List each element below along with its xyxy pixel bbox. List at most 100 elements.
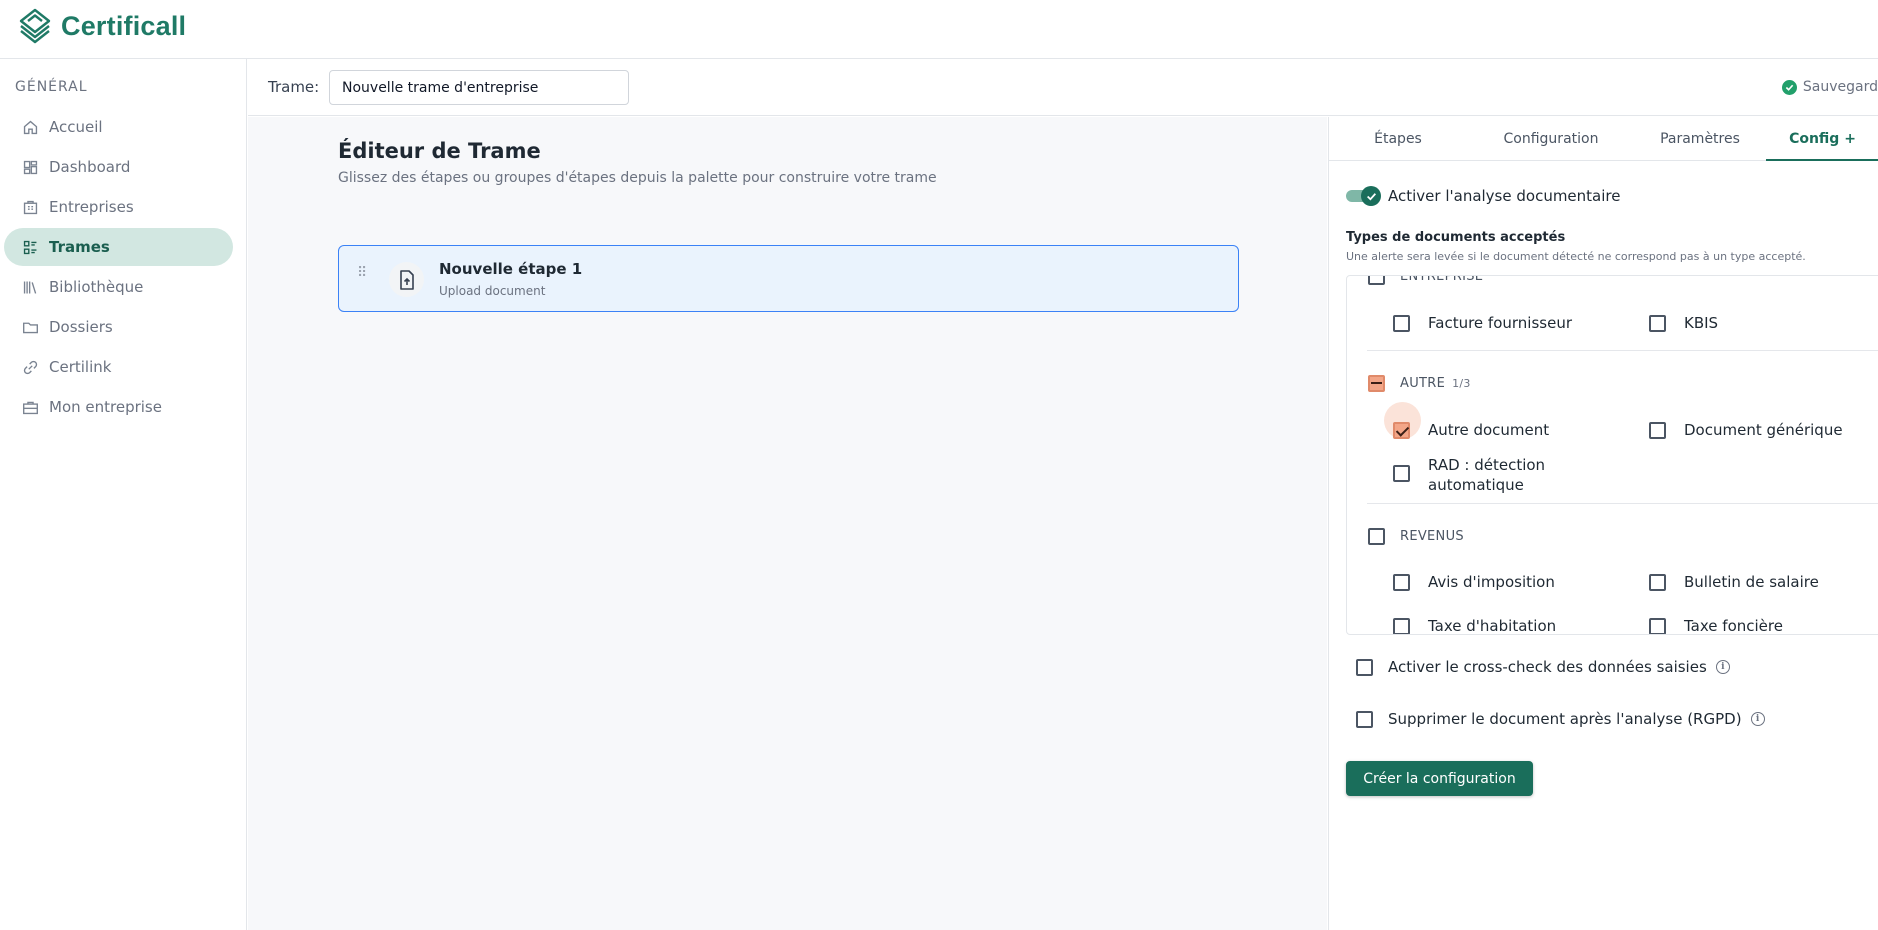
briefcase-icon [21, 398, 39, 416]
sidebar-item-label: Dashboard [49, 158, 131, 176]
step-name: Nouvelle étape 1 [439, 260, 583, 278]
option-label: Autre document [1428, 421, 1550, 439]
library-icon [21, 278, 39, 296]
sidebar-item-entreprises[interactable]: Entreprises [4, 188, 233, 226]
rgpd-checkbox[interactable] [1356, 710, 1373, 728]
top-header: Certificall [0, 0, 1878, 59]
option-label: Taxe d'habitation [1428, 617, 1557, 635]
check-circle-icon [1781, 79, 1797, 95]
info-icon[interactable]: i [1750, 712, 1765, 726]
option-checkbox[interactable] [1393, 618, 1410, 634]
document-types-list[interactable]: ENTREPRISE Facture fournisseur KBIS AUTR… [1346, 275, 1878, 635]
option-document-generique[interactable]: Document générique [1649, 421, 1843, 439]
sidebar-item-label: Dossiers [49, 318, 113, 336]
option-checkbox[interactable] [1393, 574, 1410, 591]
option-label: Facture fournisseur [1428, 314, 1572, 332]
group-divider [1367, 350, 1878, 351]
config-panel: Étapes Configuration Paramètres Config +… [1328, 117, 1878, 930]
group-checkbox[interactable] [1368, 528, 1385, 545]
group-checkbox[interactable] [1368, 375, 1385, 392]
analysis-toggle[interactable] [1346, 186, 1381, 206]
dashboard-icon [21, 158, 39, 176]
folder-icon [21, 318, 39, 336]
tab-configuration[interactable]: Configuration [1481, 117, 1621, 161]
option-taxe-fonciere[interactable]: Taxe foncière [1649, 617, 1783, 635]
sidebar-item-dossiers[interactable]: Dossiers [4, 308, 233, 346]
home-icon [21, 118, 39, 136]
option-avis-imposition[interactable]: Avis d'imposition [1393, 573, 1555, 591]
trames-icon [21, 238, 39, 256]
sidebar-item-label: Mon entreprise [49, 398, 162, 416]
option-kbis[interactable]: KBIS [1649, 314, 1718, 332]
option-label: KBIS [1684, 314, 1719, 332]
logo-icon [19, 8, 51, 44]
sidebar-item-dashboard[interactable]: Dashboard [4, 148, 233, 186]
tab-parametres[interactable]: Paramètres [1635, 117, 1765, 161]
tab-etapes[interactable]: Étapes [1348, 117, 1448, 161]
info-icon[interactable]: i [1715, 660, 1730, 674]
option-facture-fournisseur[interactable]: Facture fournisseur [1393, 314, 1572, 332]
option-checkbox[interactable] [1393, 422, 1410, 439]
group-count: 1/3 [1452, 377, 1471, 390]
option-taxe-habitation[interactable]: Taxe d'habitation [1393, 617, 1557, 635]
option-label: RAD : détection automatique [1428, 456, 1546, 494]
link-icon [21, 358, 39, 376]
option-label: Document générique [1684, 421, 1843, 439]
option-rad-detection[interactable]: RAD : détection automatique [1393, 455, 1563, 495]
option-label: Avis d'imposition [1428, 573, 1555, 591]
analysis-toggle-label: Activer l'analyse documentaire [1388, 187, 1621, 205]
group-revenus[interactable]: REVENUS [1368, 528, 1464, 545]
create-configuration-button[interactable]: Créer la configuration [1346, 761, 1533, 796]
tab-config-plus[interactable]: Config + [1766, 117, 1878, 161]
option-bulletin-salaire[interactable]: Bulletin de salaire [1649, 573, 1819, 591]
sidebar-item-trames[interactable]: Trames [4, 228, 233, 266]
sidebar-item-bibliotheque[interactable]: Bibliothèque [4, 268, 233, 306]
panel-tabs: Étapes Configuration Paramètres Config + [1329, 117, 1878, 161]
analysis-toggle-row: Activer l'analyse documentaire [1346, 186, 1620, 206]
sidebar-item-label: Bibliothèque [49, 278, 144, 296]
crosscheck-row[interactable]: Activer le cross-check des données saisi… [1356, 658, 1730, 676]
option-label: Taxe foncière [1684, 617, 1783, 635]
group-autre[interactable]: AUTRE 1/3 [1368, 375, 1471, 392]
crosscheck-label: Activer le cross-check des données saisi… [1388, 658, 1707, 676]
option-checkbox[interactable] [1393, 465, 1410, 482]
group-name: REVENUS [1400, 529, 1464, 544]
trame-name-input[interactable] [329, 70, 629, 105]
sidebar-item-label: Certilink [49, 358, 112, 376]
building-icon [21, 198, 39, 216]
trame-editor: Éditeur de Trame Glissez des étapes ou g… [248, 117, 1327, 930]
option-checkbox[interactable] [1649, 618, 1666, 634]
page-subtitle: Glissez des étapes ou groupes d'étapes d… [338, 170, 937, 186]
group-name: AUTRE [1400, 376, 1446, 391]
crosscheck-checkbox[interactable] [1356, 658, 1373, 676]
app-name: Certificall [61, 10, 187, 41]
file-upload-icon [389, 262, 424, 297]
group-checkbox[interactable] [1368, 276, 1385, 285]
sidebar-item-certilink[interactable]: Certilink [4, 348, 233, 386]
rgpd-row[interactable]: Supprimer le document après l'analyse (R… [1356, 710, 1765, 728]
drag-handle-icon[interactable]: ⠿ [357, 266, 368, 280]
app-logo[interactable]: Certificall [15, 6, 186, 46]
trame-bar: Trame: Sauvegard [248, 60, 1878, 116]
sidebar-item-mon-entreprise[interactable]: Mon entreprise [4, 388, 233, 426]
sidebar-section-title: GÉNÉRAL [15, 79, 88, 95]
sidebar-item-label: Trames [49, 238, 110, 256]
sidebar-item-accueil[interactable]: Accueil [4, 108, 233, 146]
page-title: Éditeur de Trame [338, 139, 541, 163]
option-checkbox[interactable] [1649, 574, 1666, 591]
types-help: Une alerte sera levée si le document dét… [1346, 250, 1806, 263]
step-card[interactable]: ⠿ Nouvelle étape 1 Upload document [338, 245, 1239, 312]
save-status-text: Sauvegard [1802, 79, 1878, 95]
option-checkbox[interactable] [1649, 422, 1666, 439]
group-entreprise[interactable]: ENTREPRISE [1368, 276, 1483, 285]
check-icon [1361, 186, 1381, 206]
trame-label: Trame: [268, 78, 320, 96]
save-status: Sauvegard [1781, 79, 1878, 95]
group-divider [1367, 503, 1878, 504]
sidebar-item-label: Accueil [49, 118, 103, 136]
sidebar-item-label: Entreprises [49, 198, 134, 216]
option-autre-document[interactable]: Autre document [1393, 421, 1549, 439]
option-checkbox[interactable] [1649, 315, 1666, 332]
option-checkbox[interactable] [1393, 315, 1410, 332]
option-label: Bulletin de salaire [1684, 573, 1819, 591]
